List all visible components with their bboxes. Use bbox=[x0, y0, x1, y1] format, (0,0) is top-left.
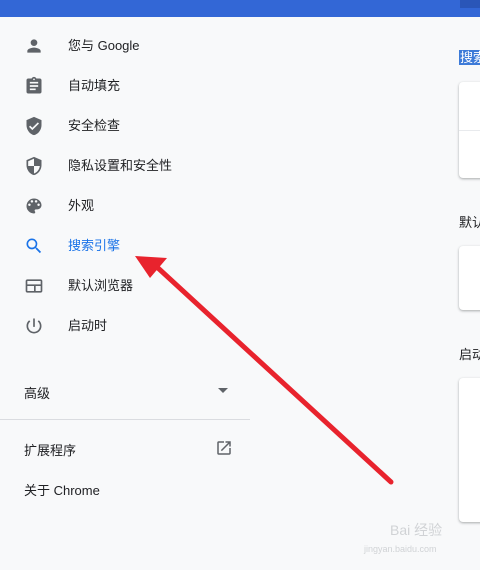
sidebar-item-label: 启动时 bbox=[68, 318, 108, 333]
search-icon bbox=[24, 236, 44, 256]
settings-sidebar: 您与 Google 自动填充 安全检查 隐私设置和安全性 外观 搜索引擎 默认浏… bbox=[0, 17, 250, 570]
extensions-label: 扩展程序 bbox=[24, 443, 77, 458]
sidebar-item-you-and-google[interactable]: 您与 Google bbox=[0, 26, 250, 66]
sidebar-item-about-chrome[interactable]: 关于 Chrome bbox=[0, 468, 250, 508]
settings-main-content: 搜索 默认 启动 bbox=[440, 17, 480, 570]
search-engine-card bbox=[459, 82, 480, 178]
open-in-new-icon bbox=[215, 439, 233, 457]
shield-check-icon bbox=[24, 116, 44, 136]
sidebar-item-label: 您与 Google bbox=[68, 38, 140, 53]
browser-icon bbox=[24, 276, 44, 296]
clipboard-icon bbox=[24, 76, 44, 96]
watermark-text: Bai 经验 bbox=[390, 522, 443, 538]
sidebar-item-label: 搜索引擎 bbox=[68, 238, 121, 253]
sidebar-item-autofill[interactable]: 自动填充 bbox=[0, 66, 250, 106]
sidebar-item-label: 隐私设置和安全性 bbox=[68, 158, 173, 173]
top-toolbar bbox=[0, 0, 480, 17]
about-label: 关于 Chrome bbox=[24, 483, 100, 498]
watermark-url: jingyan.baidu.com bbox=[364, 544, 437, 554]
palette-icon bbox=[24, 196, 44, 216]
sidebar-item-privacy[interactable]: 隐私设置和安全性 bbox=[0, 146, 250, 186]
sidebar-item-appearance[interactable]: 外观 bbox=[0, 186, 250, 226]
privacy-shield-icon bbox=[24, 156, 44, 176]
advanced-label: 高级 bbox=[24, 386, 51, 401]
sidebar-divider bbox=[0, 419, 250, 420]
sidebar-item-label: 安全检查 bbox=[68, 118, 121, 133]
sidebar-item-label: 外观 bbox=[68, 198, 95, 213]
sidebar-item-label: 默认浏览器 bbox=[68, 278, 134, 293]
caret-down-icon bbox=[218, 388, 228, 393]
sidebar-item-safety-check[interactable]: 安全检查 bbox=[0, 106, 250, 146]
sidebar-item-search-engine[interactable]: 搜索引擎 bbox=[0, 226, 250, 266]
card-divider bbox=[459, 130, 480, 131]
sidebar-item-default-browser[interactable]: 默认浏览器 bbox=[0, 266, 250, 306]
sidebar-item-extensions[interactable]: 扩展程序 bbox=[0, 428, 250, 468]
default-browser-card bbox=[459, 246, 480, 310]
default-browser-section-title: 默认 bbox=[459, 215, 480, 230]
sidebar-item-label: 自动填充 bbox=[68, 78, 121, 93]
person-icon bbox=[24, 36, 44, 56]
search-engine-section-title: 搜索 bbox=[459, 47, 480, 66]
on-startup-section-title: 启动 bbox=[459, 347, 480, 362]
power-icon bbox=[24, 316, 44, 336]
on-startup-card bbox=[459, 378, 480, 522]
advanced-toggle[interactable]: 高级 bbox=[0, 371, 250, 411]
toolbar-edge bbox=[460, 0, 480, 8]
sidebar-item-on-startup[interactable]: 启动时 bbox=[0, 306, 250, 346]
baidu-watermark: Bai 经验 jingyan.baidu.com bbox=[360, 512, 475, 562]
